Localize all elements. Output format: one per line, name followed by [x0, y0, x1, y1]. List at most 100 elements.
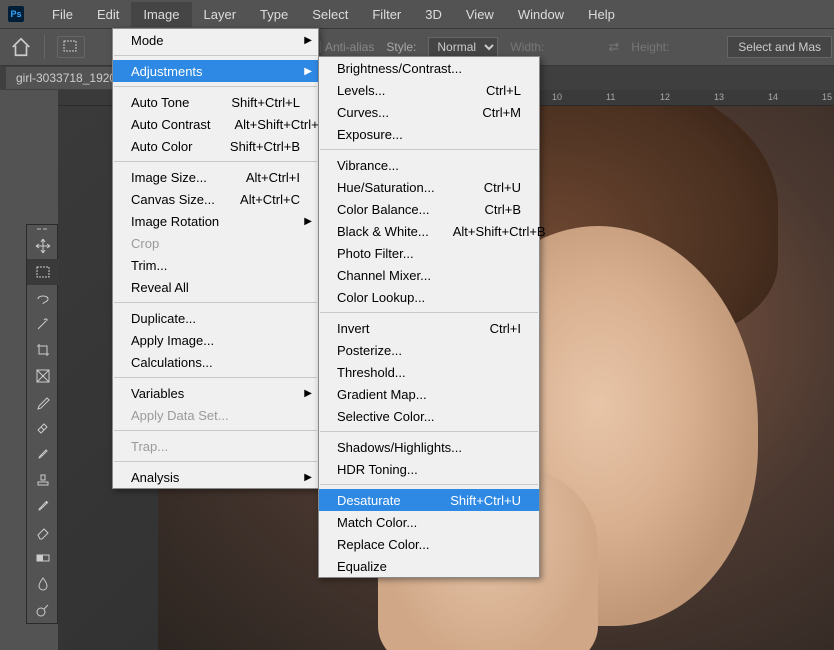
adjust-menu-invert[interactable]: InvertCtrl+I — [319, 317, 539, 339]
menu-item-shortcut: Alt+Ctrl+I — [246, 170, 300, 185]
menu-item-label: Trim... — [131, 258, 300, 273]
menu-item-label: Crop — [131, 236, 300, 251]
tool-move[interactable] — [27, 233, 59, 259]
tool-healing[interactable] — [27, 415, 59, 441]
adjust-menu-vibrance[interactable]: Vibrance... — [319, 154, 539, 176]
adjust-menu-hdr-toning[interactable]: HDR Toning... — [319, 458, 539, 480]
menu-item-label: Channel Mixer... — [337, 268, 521, 283]
image-menu-auto-color[interactable]: Auto ColorShift+Ctrl+B — [113, 135, 318, 157]
adjust-menu-threshold[interactable]: Threshold... — [319, 361, 539, 383]
tool-lasso[interactable] — [27, 285, 59, 311]
image-menu-apply-image[interactable]: Apply Image... — [113, 329, 318, 351]
menu-item-label: Auto Tone — [131, 95, 207, 110]
width-label: Width: — [510, 40, 544, 54]
menu-type[interactable]: Type — [248, 2, 300, 27]
menu-item-label: Gradient Map... — [337, 387, 521, 402]
tool-gradient[interactable] — [27, 545, 59, 571]
adjust-menu-brightness-contrast[interactable]: Brightness/Contrast... — [319, 57, 539, 79]
adjust-menu-replace-color[interactable]: Replace Color... — [319, 533, 539, 555]
menu-separator — [114, 55, 317, 56]
image-menu-analysis[interactable]: Analysis▶ — [113, 466, 318, 488]
menu-item-label: Selective Color... — [337, 409, 521, 424]
tool-blur[interactable] — [27, 571, 59, 597]
image-menu-mode[interactable]: Mode▶ — [113, 29, 318, 51]
image-menu-auto-contrast[interactable]: Auto ContrastAlt+Shift+Ctrl+L — [113, 113, 318, 135]
adjust-menu-hue-saturation[interactable]: Hue/Saturation...Ctrl+U — [319, 176, 539, 198]
menu-view[interactable]: View — [454, 2, 506, 27]
tool-dodge[interactable] — [27, 597, 59, 623]
image-menu-duplicate[interactable]: Duplicate... — [113, 307, 318, 329]
menu-item-label: Calculations... — [131, 355, 300, 370]
tool-magic-wand[interactable] — [27, 311, 59, 337]
menu-help[interactable]: Help — [576, 2, 627, 27]
adjust-menu-equalize[interactable]: Equalize — [319, 555, 539, 577]
panel-grip[interactable] — [27, 225, 57, 233]
adjust-menu-exposure[interactable]: Exposure... — [319, 123, 539, 145]
style-select[interactable]: Normal — [428, 37, 498, 57]
menu-item-label: Brightness/Contrast... — [337, 61, 521, 76]
menu-window[interactable]: Window — [506, 2, 576, 27]
menu-item-label: Posterize... — [337, 343, 521, 358]
menu-item-label: Image Size... — [131, 170, 222, 185]
menu-item-shortcut: Shift+Ctrl+U — [450, 493, 521, 508]
swap-icon[interactable]: ⇄ — [608, 39, 619, 55]
tool-history-brush[interactable] — [27, 493, 59, 519]
document-tab[interactable]: girl-3033718_1920. — [6, 67, 129, 89]
adjust-menu-channel-mixer[interactable]: Channel Mixer... — [319, 264, 539, 286]
menu-item-label: Color Balance... — [337, 202, 461, 217]
tool-frame[interactable] — [27, 363, 59, 389]
adjust-menu-desaturate[interactable]: DesaturateShift+Ctrl+U — [319, 489, 539, 511]
tool-marquee[interactable] — [27, 259, 59, 285]
tool-eraser[interactable] — [27, 519, 59, 545]
adjust-menu-selective-color[interactable]: Selective Color... — [319, 405, 539, 427]
image-menu-image-rotation[interactable]: Image Rotation ▶ — [113, 210, 318, 232]
adjust-menu-black-white[interactable]: Black & White...Alt+Shift+Ctrl+B — [319, 220, 539, 242]
image-menu-image-size[interactable]: Image Size... Alt+Ctrl+I — [113, 166, 318, 188]
adjust-menu-match-color[interactable]: Match Color... — [319, 511, 539, 533]
tool-crop[interactable] — [27, 337, 59, 363]
tool-eyedropper[interactable] — [27, 389, 59, 415]
image-menu-canvas-size[interactable]: Canvas Size...Alt+Ctrl+C — [113, 188, 318, 210]
menu-item-shortcut: Alt+Shift+Ctrl+B — [453, 224, 546, 239]
menu-edit[interactable]: Edit — [85, 2, 131, 27]
adjust-menu-color-lookup[interactable]: Color Lookup... — [319, 286, 539, 308]
adjust-menu-shadows-highlights[interactable]: Shadows/Highlights... — [319, 436, 539, 458]
image-menu-auto-tone[interactable]: Auto ToneShift+Ctrl+L — [113, 91, 318, 113]
image-menu-trap: Trap... — [113, 435, 318, 457]
adjust-menu-color-balance[interactable]: Color Balance...Ctrl+B — [319, 198, 539, 220]
adjust-menu-curves[interactable]: Curves...Ctrl+M — [319, 101, 539, 123]
menu-separator — [114, 86, 317, 87]
menu-item-shortcut: Alt+Ctrl+C — [240, 192, 300, 207]
menu-item-label: Hue/Saturation... — [337, 180, 460, 195]
menu-file[interactable]: File — [40, 2, 85, 27]
menu-separator — [114, 430, 317, 431]
image-menu-trim[interactable]: Trim... — [113, 254, 318, 276]
tool-preset-picker[interactable] — [57, 36, 85, 58]
submenu-arrow-icon: ▶ — [304, 35, 312, 46]
image-menu-variables[interactable]: Variables▶ — [113, 382, 318, 404]
adjust-menu-gradient-map[interactable]: Gradient Map... — [319, 383, 539, 405]
menu-item-shortcut: Ctrl+I — [490, 321, 521, 336]
image-menu-reveal-all[interactable]: Reveal All — [113, 276, 318, 298]
menu-select[interactable]: Select — [300, 2, 360, 27]
adjust-menu-photo-filter[interactable]: Photo Filter... — [319, 242, 539, 264]
menu-layer[interactable]: Layer — [192, 2, 249, 27]
select-and-mask-button[interactable]: Select and Mas — [727, 36, 832, 58]
menu-3d[interactable]: 3D — [413, 2, 454, 27]
adjust-menu-posterize[interactable]: Posterize... — [319, 339, 539, 361]
image-menu-dropdown: Mode▶Adjustments▶Auto ToneShift+Ctrl+LAu… — [112, 28, 319, 489]
tool-brush[interactable] — [27, 441, 59, 467]
menu-item-shortcut: Ctrl+M — [482, 105, 521, 120]
image-menu-adjustments[interactable]: Adjustments▶ — [113, 60, 318, 82]
menu-filter[interactable]: Filter — [360, 2, 413, 27]
image-menu-crop: Crop — [113, 232, 318, 254]
submenu-arrow-icon: ▶ — [304, 216, 312, 227]
home-button[interactable] — [10, 36, 32, 58]
menu-image[interactable]: Image — [131, 2, 191, 27]
tool-stamp[interactable] — [27, 467, 59, 493]
menu-item-label: Black & White... — [337, 224, 429, 239]
adjust-menu-levels[interactable]: Levels...Ctrl+L — [319, 79, 539, 101]
image-menu-calculations[interactable]: Calculations... — [113, 351, 318, 373]
menu-item-label: Variables — [131, 386, 300, 401]
menu-item-label: Image Rotation — [131, 214, 300, 229]
